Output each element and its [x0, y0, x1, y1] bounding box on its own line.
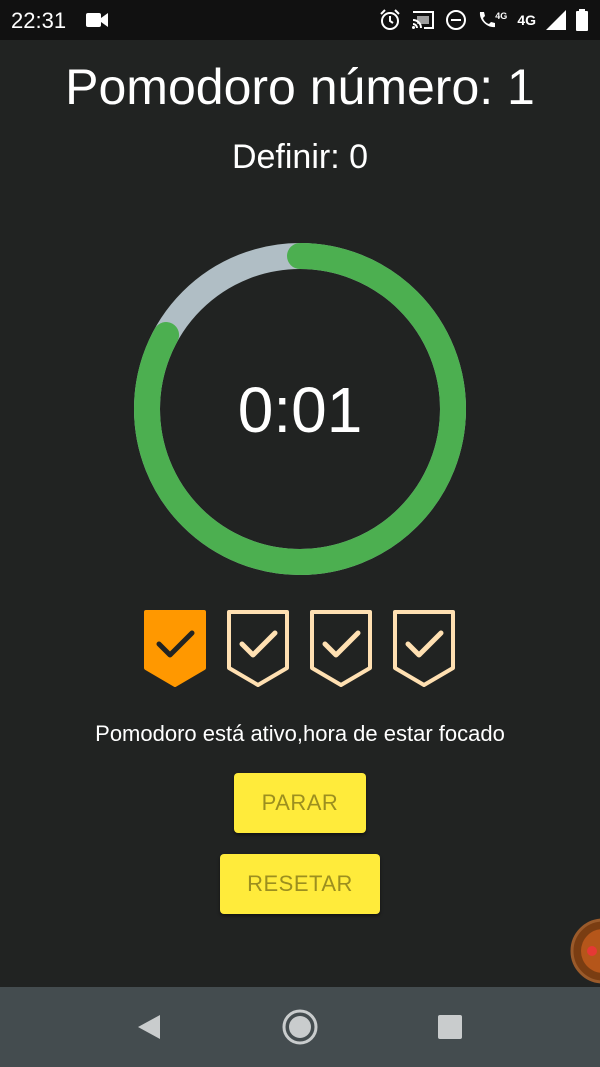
floating-bubble[interactable]: [570, 918, 600, 984]
page-title: Pomodoro número: 1: [65, 59, 535, 115]
timer-display: 0:01: [237, 374, 363, 446]
video-icon: [86, 12, 108, 33]
status-message: Pomodoro está ativo,hora de estar focado: [95, 721, 505, 746]
back-icon[interactable]: [130, 1007, 170, 1047]
wifi-calling-icon: 4G: [477, 10, 507, 30]
reset-button[interactable]: RESETAR: [220, 854, 380, 914]
app-screen: 22:31 4G 4G Pomodoro número: 1 Definir: …: [0, 0, 600, 1067]
cast-icon: [411, 10, 435, 30]
network-small-label: 4G: [495, 11, 508, 21]
stop-button[interactable]: PARAR: [234, 773, 366, 833]
badge-shield-check-icon: [310, 610, 372, 687]
badge-shield-check-icon: [393, 610, 455, 687]
status-icons: 4G 4G: [379, 7, 588, 33]
set-counter: Definir: 0: [231, 138, 369, 176]
recents-icon[interactable]: [430, 1007, 470, 1047]
do-not-disturb-icon: [445, 9, 467, 31]
network-label: 4G: [517, 12, 536, 28]
signal-icon: [546, 10, 566, 30]
badge-shield-check-icon: [227, 610, 289, 687]
pomodoro-badges: [140, 608, 465, 690]
home-icon[interactable]: [280, 1007, 320, 1047]
alarm-icon: [379, 9, 401, 31]
status-bar: 22:31 4G 4G: [0, 0, 600, 40]
navigation-bar: [0, 987, 600, 1067]
status-time: 22:31: [11, 8, 67, 33]
battery-icon: [576, 9, 588, 31]
badge-active-shield-check-icon: [144, 610, 206, 687]
